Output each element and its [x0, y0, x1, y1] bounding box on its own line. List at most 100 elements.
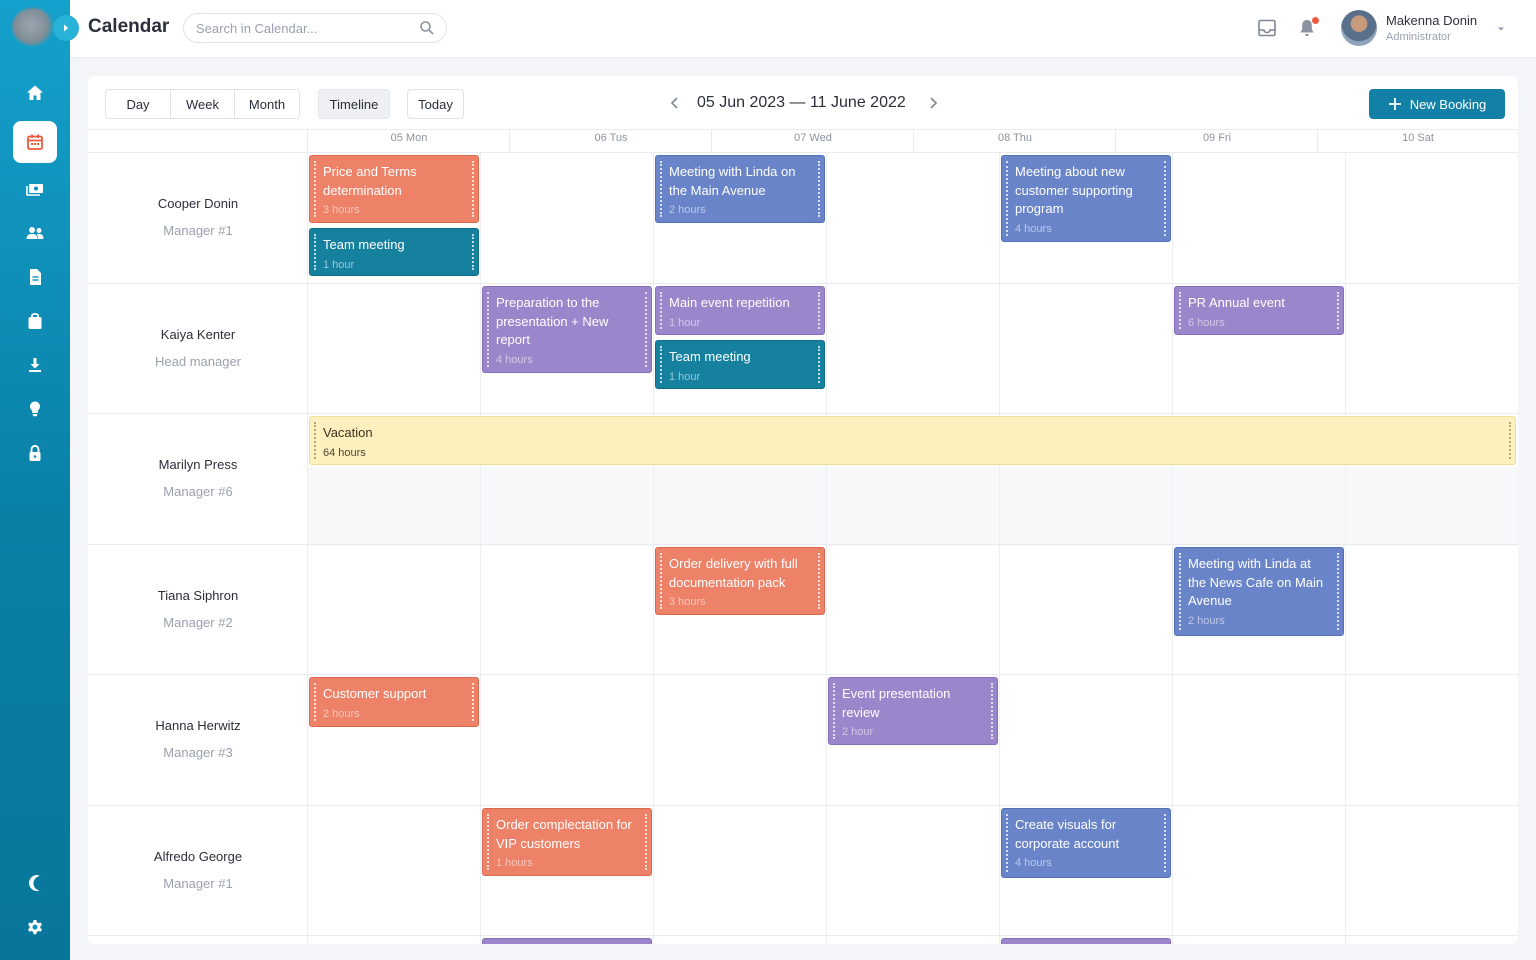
- event-card[interactable]: Customer support 2 hours: [309, 677, 479, 727]
- home-icon: [27, 85, 43, 100]
- event-duration: 1 hour: [323, 258, 355, 271]
- person-name: Marilyn Press: [158, 457, 238, 472]
- divider: [653, 152, 654, 944]
- event-duration: 1 hours: [496, 857, 533, 869]
- event-card[interactable]: Meeting with Linda on the Main Avenue 2 …: [655, 155, 825, 223]
- event-duration: 64 hours: [323, 446, 366, 459]
- person-name: Kaiya Kenter: [160, 327, 236, 342]
- sidebar-item-security[interactable]: [13, 432, 57, 474]
- event-card[interactable]: Team meeting 1 hour: [655, 340, 825, 389]
- prev-week-button[interactable]: [667, 95, 683, 111]
- search-input[interactable]: [184, 14, 404, 42]
- view-timeline-button[interactable]: Timeline: [318, 89, 390, 119]
- calendar-icon: [27, 134, 43, 150]
- event-card[interactable]: Meeting about new customer supporting pr…: [1001, 155, 1171, 242]
- event-title: Meeting about new customer supporting pr…: [1015, 164, 1133, 216]
- search-icon[interactable]: [419, 20, 435, 36]
- event-card[interactable]: Price and Terms determination 3 hours: [309, 155, 479, 223]
- person-role: Manager #2: [163, 615, 233, 630]
- person-role: Head manager: [155, 354, 241, 369]
- event-duration: 1 hour: [669, 370, 701, 383]
- person-name: Tiana Siphron: [157, 588, 239, 603]
- calendar-card: Day Week Month Timeline Today 05 Jun 202…: [88, 76, 1518, 944]
- sidebar-item-users[interactable]: [13, 212, 57, 254]
- sidebar-item-shop[interactable]: [13, 300, 57, 342]
- sidebar-item-settings[interactable]: [13, 906, 57, 948]
- sidebar-item-payments[interactable]: [13, 168, 57, 210]
- view-month-button[interactable]: Month: [235, 90, 299, 118]
- next-week-button[interactable]: [925, 95, 941, 111]
- sidebar-item-downloads[interactable]: [13, 344, 57, 386]
- sidebar-item-calendar[interactable]: [13, 121, 57, 163]
- timeline-grid: 05 Mon 06 Tus 07 Wed 08 Thu 09 Fri 10 Sa…: [88, 129, 1518, 944]
- view-week-button[interactable]: Week: [171, 90, 235, 118]
- sidebar-item-ideas[interactable]: [13, 388, 57, 430]
- page-title: Calendar: [88, 16, 170, 37]
- resource-row-label: Kaiya Kenter Head manager: [88, 327, 308, 369]
- event-card[interactable]: Event presentation review 2 hour: [828, 677, 998, 745]
- event-card[interactable]: [1001, 938, 1171, 944]
- resource-row-label: Alfredo George Manager #1: [88, 849, 308, 891]
- event-title: Customer support: [323, 686, 427, 701]
- day-header: 07 Wed: [794, 132, 832, 144]
- event-title: PR Annual event: [1188, 295, 1285, 310]
- divider: [1345, 152, 1346, 944]
- event-title: Meeting with Linda on the Main Avenue: [669, 164, 796, 198]
- event-title: Main event repetition: [669, 295, 790, 310]
- resource-row-label: Cooper Donin Manager #1: [88, 196, 308, 238]
- event-card[interactable]: Vacation 64 hours: [309, 416, 1516, 465]
- divider: [307, 152, 308, 944]
- event-duration: 1 hour: [669, 316, 701, 329]
- event-card[interactable]: Order complectation for VIP customers 1 …: [482, 808, 652, 876]
- today-button[interactable]: Today: [407, 89, 464, 119]
- lock-icon: [29, 445, 41, 461]
- divider: [88, 129, 1518, 130]
- view-day-button[interactable]: Day: [106, 90, 171, 118]
- person-name: Hanna Herwitz: [155, 718, 241, 733]
- inbox-icon[interactable]: [1256, 17, 1278, 39]
- event-card[interactable]: Preparation to the presentation + New re…: [482, 286, 652, 373]
- moon-icon: [29, 875, 40, 891]
- view-switcher: Day Week Month: [105, 89, 300, 119]
- chevron-down-icon[interactable]: [1496, 24, 1506, 34]
- sidebar-item-documents[interactable]: [13, 256, 57, 298]
- event-card[interactable]: Order delivery with full documentation p…: [655, 547, 825, 615]
- download-icon: [29, 358, 41, 372]
- person-role: Manager #1: [163, 223, 233, 238]
- notifications-button[interactable]: [1296, 17, 1319, 39]
- new-booking-button[interactable]: New Booking: [1369, 89, 1505, 119]
- event-card[interactable]: Team meeting 1 hour: [309, 228, 479, 276]
- sidebar-item-home[interactable]: [13, 72, 57, 114]
- event-card[interactable]: Meeting with Linda at the News Cafe on M…: [1174, 547, 1344, 636]
- divider: [88, 544, 1518, 545]
- person-role: Manager #3: [163, 745, 233, 760]
- event-title: Create visuals for corporate account: [1015, 817, 1120, 851]
- avatar[interactable]: [1341, 10, 1377, 46]
- divider: [1172, 152, 1173, 944]
- event-card[interactable]: [482, 938, 652, 944]
- money-icon: [26, 184, 43, 196]
- date-range-label: 05 Jun 2023 — 11 June 2022: [697, 94, 906, 111]
- topbar: Calendar Makenna Donin Administrator: [70, 0, 1536, 58]
- event-card[interactable]: PR Annual event 6 hours: [1174, 286, 1344, 335]
- event-title: Order complectation for VIP customers: [496, 817, 632, 851]
- notification-badge: [1312, 17, 1319, 24]
- event-title: Meeting with Linda at the News Cafe on M…: [1188, 556, 1324, 608]
- day-header: 08 Thu: [997, 132, 1033, 144]
- search-box[interactable]: [183, 13, 447, 43]
- event-card[interactable]: Main event repetition 1 hour: [655, 286, 825, 335]
- dark-mode-toggle[interactable]: [13, 862, 57, 904]
- event-duration: 2 hours: [669, 204, 706, 216]
- divider: [88, 805, 1518, 806]
- person-name: Cooper Donin: [157, 196, 239, 211]
- collapse-sidebar-button[interactable]: [53, 15, 79, 41]
- divider: [88, 152, 1518, 153]
- event-title: Team meeting: [323, 237, 405, 252]
- document-icon: [30, 269, 41, 285]
- new-booking-label: New Booking: [1409, 96, 1487, 112]
- event-title: Price and Terms determination: [323, 164, 417, 198]
- event-card[interactable]: Create visuals for corporate account 4 h…: [1001, 808, 1171, 878]
- event-duration: 6 hours: [1188, 316, 1225, 329]
- resource-row-label: Tiana Siphron Manager #2: [88, 588, 308, 630]
- lightbulb-icon: [30, 401, 40, 417]
